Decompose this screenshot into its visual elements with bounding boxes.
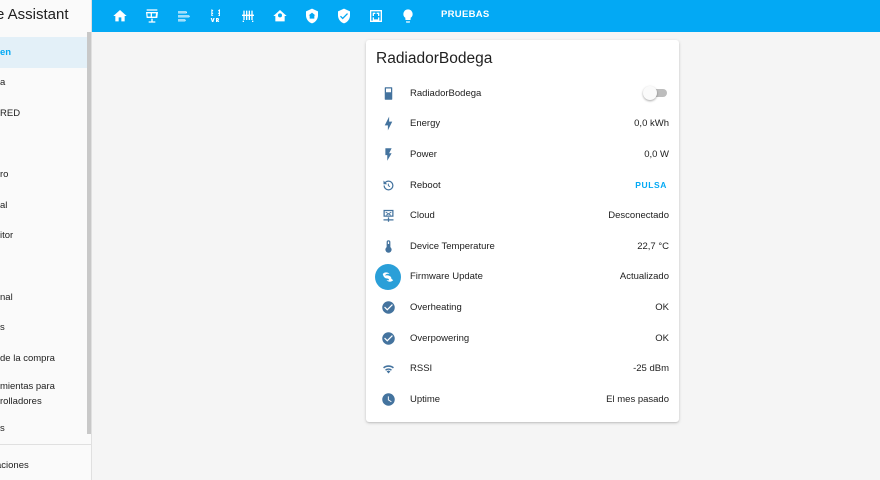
reboot-press-button[interactable]: PULSA xyxy=(635,180,679,190)
entity-row-cloud[interactable]: Cloud Desconectado xyxy=(366,200,679,231)
entity-value: OK xyxy=(655,301,669,313)
entity-value: 22,7 °C xyxy=(637,240,669,252)
entity-list: RadiadorBodega Energy 0,0 kWh Power 0,0 … xyxy=(366,78,679,415)
lightning-bolt-icon xyxy=(366,116,410,131)
entity-row-energy[interactable]: Energy 0,0 kWh xyxy=(366,109,679,140)
entity-label: Overheating xyxy=(410,301,462,313)
sidebar-item-journal[interactable]: nal xyxy=(0,282,88,313)
sidebar-item-map[interactable]: a xyxy=(0,68,88,99)
entities-card: RadiadorBodega RadiadorBodega Energy 0,0… xyxy=(366,40,679,422)
sidebar-item-label: en xyxy=(0,46,12,58)
sidebar-item-developer-tools[interactable]: mientas para rolladores xyxy=(0,374,88,414)
top-toolbar: PRUEBAS xyxy=(92,0,880,32)
heat-pump-icon[interactable] xyxy=(174,6,194,26)
home-outline-icon[interactable] xyxy=(270,6,290,26)
cloud-network-icon xyxy=(366,208,410,223)
entity-value: Desconectado xyxy=(608,210,669,222)
tab-pruebas[interactable]: PRUEBAS xyxy=(441,0,490,32)
entity-value: 0,0 W xyxy=(644,148,669,160)
sidebar-item-label: itor xyxy=(0,230,14,242)
entity-value: OK xyxy=(655,332,669,344)
floor-plan-icon[interactable] xyxy=(366,6,386,26)
entity-label: Overpowering xyxy=(410,332,470,344)
lightbulb-icon[interactable] xyxy=(398,6,418,26)
entity-row-uptime[interactable]: Uptime El mes pasado xyxy=(366,384,679,415)
shield-check-icon[interactable] xyxy=(334,6,354,26)
sidebar-item-tools[interactable]: s xyxy=(0,414,88,445)
entity-row-radiador-switch[interactable]: RadiadorBodega xyxy=(366,78,679,109)
sidebar: e Assistant en a RED ro al itor nal s de… xyxy=(0,0,92,480)
thermometer-icon xyxy=(366,239,410,254)
card-title: RadiadorBodega xyxy=(376,50,493,67)
sidebar-item-notifications[interactable]: aciones xyxy=(0,460,29,471)
sidebar-item-history[interactable] xyxy=(0,129,88,160)
sidebar-item-label: RED xyxy=(0,107,21,119)
sidebar-item-label: mientas para xyxy=(0,380,55,392)
shield-home-icon[interactable] xyxy=(302,6,322,26)
entity-value: Actualizado xyxy=(619,271,669,283)
sidebar-item-media[interactable] xyxy=(0,251,88,282)
sidebar-item-label: de la compra xyxy=(0,352,55,364)
entity-row-device-temperature[interactable]: Device Temperature 22,7 °C xyxy=(366,231,679,262)
sidebar-item-node-red[interactable]: RED xyxy=(0,98,88,129)
sidebar-item-logbook[interactable]: ro xyxy=(0,159,88,190)
air-conditioner-icon[interactable] xyxy=(206,6,226,26)
entity-row-power[interactable]: Power 0,0 W xyxy=(366,139,679,170)
sidebar-menu: en a RED ro al itor nal s de la compra m… xyxy=(0,37,88,444)
shelly-logo-icon xyxy=(366,263,410,290)
entity-value: 0,0 kWh xyxy=(634,118,669,130)
sidebar-item-label: al xyxy=(0,199,8,211)
toggle-thumb xyxy=(643,86,657,101)
sidebar-item-shopping-list[interactable]: de la compra xyxy=(0,343,88,374)
entity-label: Firmware Update xyxy=(410,271,483,283)
home-icon[interactable] xyxy=(110,6,130,26)
entity-label: RSSI xyxy=(410,363,433,375)
sidebar-item-label: ro xyxy=(0,169,9,181)
power-toggle[interactable] xyxy=(643,86,667,101)
entity-row-overheating[interactable]: Overheating OK xyxy=(366,292,679,323)
sidebar-item-editor[interactable]: itor xyxy=(0,221,88,252)
radiator-icon xyxy=(366,86,410,101)
entity-label: Uptime xyxy=(410,393,441,405)
entity-row-rssi[interactable]: RSSI -25 dBm xyxy=(366,353,679,384)
entity-row-reboot: Reboot PULSA xyxy=(366,170,679,201)
sidebar-item-label: a xyxy=(0,77,6,89)
sidebar-item-terminal[interactable]: al xyxy=(0,190,88,221)
sidebar-item-label: rolladores xyxy=(0,395,42,407)
entity-value: El mes pasado xyxy=(606,393,669,405)
restart-icon xyxy=(366,178,410,193)
sidebar-item-logs[interactable]: s xyxy=(0,312,88,343)
clock-icon xyxy=(366,392,410,407)
entity-label: Energy xyxy=(410,118,441,130)
sidebar-scrollbar[interactable] xyxy=(87,32,91,434)
entity-row-firmware-update[interactable]: Firmware Update Actualizado xyxy=(366,262,679,293)
check-circle-icon xyxy=(366,300,410,315)
sidebar-item-label: nal xyxy=(0,291,13,303)
check-circle-icon xyxy=(366,331,410,346)
entity-label: Cloud xyxy=(410,210,435,222)
flash-icon xyxy=(366,147,410,162)
entity-label: Power xyxy=(410,148,437,160)
firmware-badge xyxy=(375,263,401,290)
sidebar-divider xyxy=(0,444,91,445)
solar-panel-icon[interactable] xyxy=(142,6,162,26)
sidebar-item-label: s xyxy=(0,423,5,435)
entity-label: RadiadorBodega xyxy=(410,87,482,99)
sidebar-item-label: s xyxy=(0,322,5,334)
wifi-icon xyxy=(366,361,410,376)
radiator-icon[interactable] xyxy=(238,6,258,26)
entity-label: Reboot xyxy=(410,179,441,191)
entity-label: Device Temperature xyxy=(410,240,495,252)
entity-row-overpowering[interactable]: Overpowering OK xyxy=(366,323,679,354)
sidebar-item-overview[interactable]: en xyxy=(0,37,88,68)
sidebar-title: e Assistant xyxy=(0,6,69,23)
entity-value: -25 dBm xyxy=(633,363,669,375)
